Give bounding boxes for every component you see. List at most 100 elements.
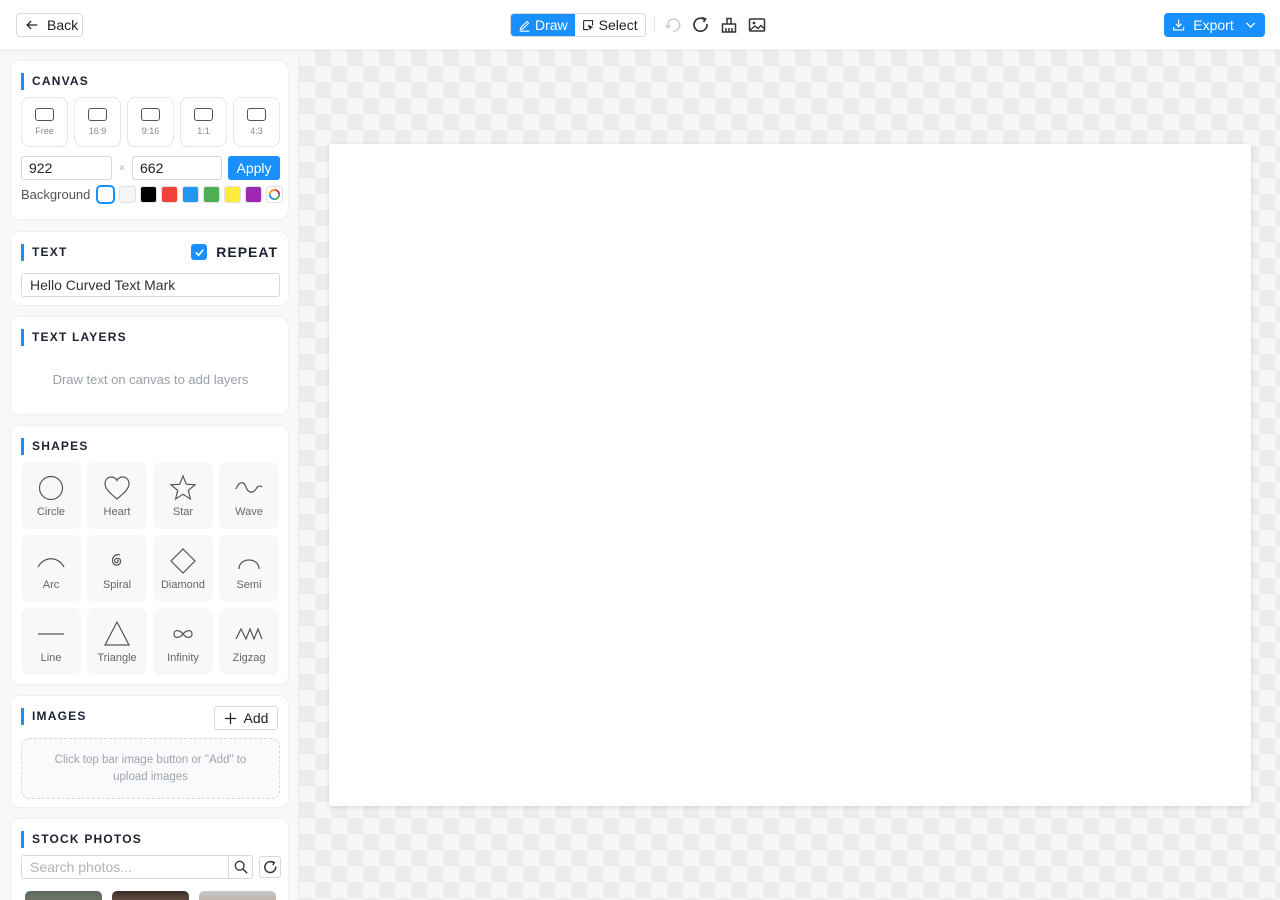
shape-star-button[interactable]: Star — [153, 462, 213, 529]
ratio-1-1-button[interactable]: 1:1 — [180, 97, 227, 147]
refresh-photos-button[interactable] — [259, 856, 281, 878]
search-button[interactable] — [228, 855, 253, 879]
shape-label: Semi — [236, 578, 262, 591]
stock-photos-title: STOCK PHOTOS — [21, 831, 142, 848]
line-icon — [38, 632, 64, 635]
images-panel-title: IMAGES — [21, 708, 87, 725]
ratio-9-16-icon — [141, 108, 160, 121]
add-image-label: Add — [243, 710, 269, 726]
size-separator: × — [119, 162, 125, 174]
stock-photo-search-input[interactable] — [21, 855, 228, 879]
images-panel: IMAGES Add Click top bar image button or… — [10, 695, 289, 808]
shape-arc-button[interactable]: Arc — [21, 535, 81, 602]
ratio-4-3-button[interactable]: 4:3 — [233, 97, 280, 147]
shape-label: Triangle — [97, 651, 137, 664]
select-label: Select — [598, 17, 638, 33]
text-panel-title: TEXT — [21, 244, 67, 261]
repeat-toggle[interactable]: REPEAT — [191, 244, 278, 260]
stock-photo-thumbnail[interactable] — [25, 891, 102, 900]
swatch-black[interactable] — [140, 186, 158, 203]
triangle-icon — [104, 620, 130, 646]
shape-line-button[interactable]: Line — [21, 608, 81, 675]
wave-icon — [235, 481, 263, 493]
image-upload-dropzone[interactable]: Click top bar image button or "Add" to u… — [21, 738, 280, 799]
canvas-width-input[interactable] — [21, 156, 112, 180]
ratio-16-9-button[interactable]: 16:9 — [74, 97, 121, 147]
shapes-panel: SHAPES Circle Heart Star Wave Arc Spiral… — [10, 425, 289, 685]
shape-zigzag-button[interactable]: Zigzag — [219, 608, 279, 675]
custom-color-picker[interactable] — [266, 186, 284, 203]
chevron-down-icon — [1245, 22, 1255, 28]
select-mode-button[interactable]: Select — [574, 14, 645, 36]
ratio-free-icon — [35, 108, 54, 121]
shape-label: Wave — [235, 505, 263, 518]
ratio-label: 4:3 — [250, 126, 263, 136]
back-button[interactable]: Back — [16, 13, 83, 37]
clear-canvas-icon[interactable] — [720, 16, 738, 34]
shape-grid: Circle Heart Star Wave Arc Spiral Diamon… — [21, 462, 279, 675]
shape-label: Heart — [103, 505, 131, 518]
mode-toggle: Draw Select — [510, 13, 646, 37]
swatch-yellow[interactable] — [224, 186, 242, 203]
canvas-panel-title: CANVAS — [21, 73, 89, 90]
swatch-white[interactable] — [119, 186, 137, 203]
swatch-blue[interactable] — [182, 186, 200, 203]
stock-photo-search — [21, 855, 281, 879]
swatch-purple[interactable] — [245, 186, 263, 203]
shape-label: Infinity — [167, 651, 199, 664]
spiral-icon — [111, 553, 122, 566]
draw-label: Draw — [535, 17, 568, 33]
canvas-height-input[interactable] — [132, 156, 222, 180]
circle-icon — [38, 475, 64, 500]
repeat-checkbox[interactable] — [191, 244, 208, 260]
shape-circle-button[interactable]: Circle — [21, 462, 81, 529]
undo-icon[interactable] — [664, 16, 682, 34]
add-image-button[interactable]: Add — [214, 706, 278, 730]
ratio-label: 16:9 — [88, 126, 107, 136]
draw-mode-button[interactable]: Draw — [511, 14, 575, 36]
shape-label: Circle — [36, 505, 66, 518]
shape-diamond-button[interactable]: Diamond — [153, 535, 213, 602]
search-icon — [234, 860, 248, 874]
canvas-panel: CANVAS Free 16:9 9:16 1:1 4:3 × Apply Ba… — [10, 60, 289, 220]
shape-triangle-button[interactable]: Triangle — [87, 608, 147, 675]
swatch-red[interactable] — [161, 186, 179, 203]
download-icon — [1173, 19, 1185, 31]
shape-infinity-button[interactable]: Infinity — [153, 608, 213, 675]
drawing-canvas[interactable] — [329, 144, 1251, 806]
back-label: Back — [47, 17, 79, 33]
infinity-icon — [173, 629, 193, 638]
swatch-transparent[interactable] — [96, 185, 116, 204]
ratio-4-3-icon — [247, 108, 266, 121]
ratio-9-16-button[interactable]: 9:16 — [127, 97, 174, 147]
ratio-16-9-icon — [88, 108, 107, 121]
sidebar: CANVAS Free 16:9 9:16 1:1 4:3 × Apply Ba… — [0, 50, 299, 900]
ratio-free-button[interactable]: Free — [21, 97, 68, 147]
shape-wave-button[interactable]: Wave — [219, 462, 279, 529]
text-content-input[interactable] — [21, 273, 280, 297]
shape-label: Diamond — [160, 578, 206, 591]
shape-label: Spiral — [102, 578, 132, 591]
ratio-1-1-icon — [194, 108, 213, 121]
image-upload-icon[interactable] — [748, 16, 766, 34]
toolbar-divider — [654, 17, 655, 33]
top-bar: Back Draw Select Export — [0, 0, 1280, 50]
redo-icon[interactable] — [692, 16, 710, 34]
shape-semi-button[interactable]: Semi — [219, 535, 279, 602]
swatch-green[interactable] — [203, 186, 221, 203]
canvas-size-row: × Apply — [21, 156, 280, 180]
shapes-panel-title: SHAPES — [21, 438, 89, 455]
apply-size-button[interactable]: Apply — [228, 156, 280, 180]
background-color-row: Background — [21, 185, 284, 204]
stock-photo-thumbnail[interactable] — [112, 891, 189, 900]
shape-spiral-button[interactable]: Spiral — [87, 535, 147, 602]
shape-heart-button[interactable]: Heart — [87, 462, 147, 529]
check-icon — [194, 248, 204, 256]
pencil-icon — [519, 20, 530, 32]
heart-icon — [104, 475, 130, 500]
export-button[interactable]: Export — [1164, 13, 1265, 37]
stock-photo-thumbnail[interactable] — [199, 891, 276, 900]
shape-label: Arc — [42, 578, 60, 591]
diamond-icon — [170, 547, 196, 574]
ratio-label: 1:1 — [197, 126, 210, 136]
